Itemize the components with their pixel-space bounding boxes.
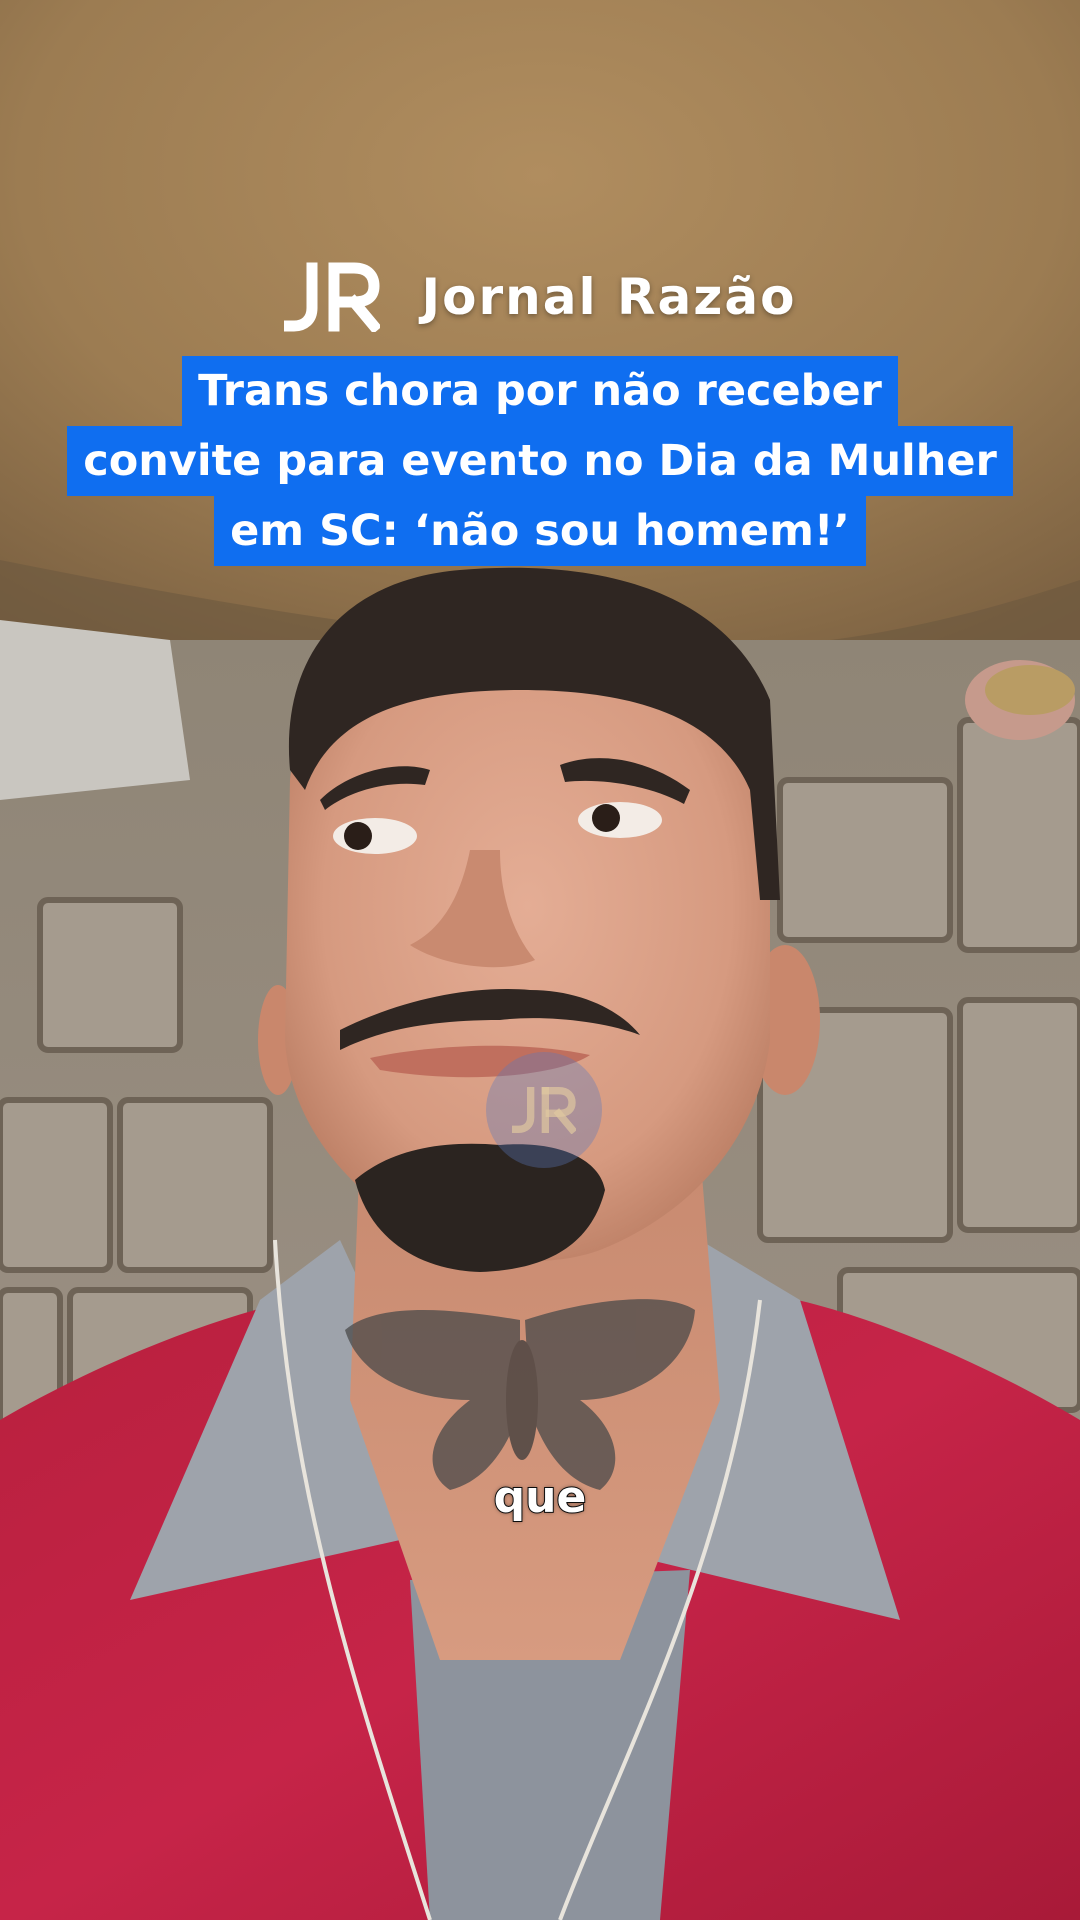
watermark-badge (486, 1052, 602, 1168)
headline-line-1: Trans chora por não receber (182, 356, 898, 426)
jr-watermark-icon (512, 1087, 576, 1134)
headline: Trans chora por não receber convite para… (0, 356, 1080, 566)
brand-name: Jornal Razão (421, 268, 797, 326)
brand-header: Jornal Razão (0, 262, 1080, 332)
headline-line-2: convite para evento no Dia da Mulher (67, 426, 1013, 496)
jr-logo-icon (283, 262, 380, 332)
video-frame: Jornal Razão Trans chora por não receber… (0, 0, 1080, 1920)
headline-line-3: em SC: ‘não sou homem!’ (214, 496, 866, 566)
subtitle-caption: que (493, 1471, 588, 1524)
